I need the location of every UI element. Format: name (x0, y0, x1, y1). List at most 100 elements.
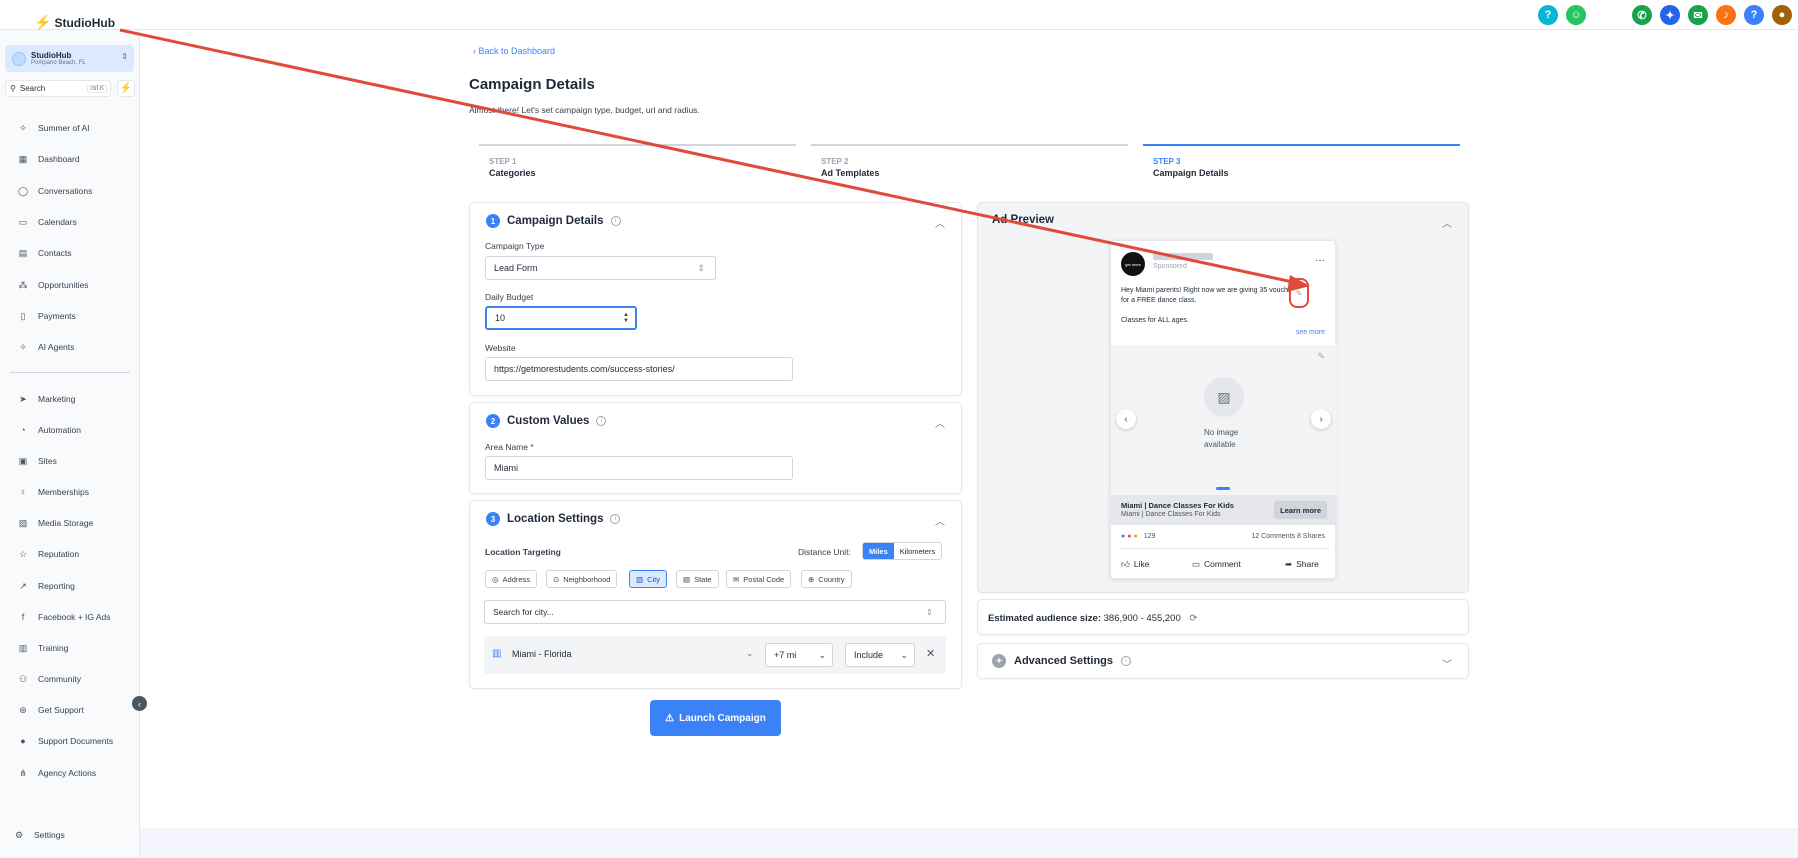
launch-campaign-button[interactable]: ⚠ Launch Campaign (650, 700, 781, 736)
advanced-settings-card[interactable]: + Advanced Settings i ﹀ (977, 643, 1469, 679)
help-icon[interactable]: ? (1538, 5, 1558, 25)
bot-icon[interactable]: ☺ (1566, 5, 1586, 25)
support-icon: ⊛ (19, 704, 27, 715)
info-icon[interactable]: i (1121, 656, 1132, 666)
sidebar-item-support-documents[interactable]: ● Support Documents (18, 734, 113, 748)
location-settings-header[interactable]: 3 Location Settings i (486, 512, 621, 526)
sidebar-item-automation[interactable]: ◔ Automation (18, 423, 81, 437)
number-stepper-icon[interactable]: ▲ ▼ (623, 312, 629, 324)
option-neighborhood[interactable]: ⊙ Neighborhood (546, 570, 618, 588)
option-postal-code[interactable]: ✉ Postal Code (726, 570, 792, 588)
campaign-type-select[interactable]: Lead Form ⇕ (485, 256, 716, 280)
location-avatar (12, 51, 26, 66)
sidebar-item-reporting[interactable]: ↗ Reporting (18, 579, 75, 593)
unit-miles-button[interactable]: Miles (863, 543, 894, 559)
edit-image-icon[interactable]: ✎ (1317, 351, 1325, 362)
sidebar-item-media-storage[interactable]: ▨ Media Storage (18, 516, 94, 530)
sidebar-item-facebook-ig-ads[interactable]: f Facebook + IG Ads (18, 610, 111, 624)
agency-icon: ⋔ (19, 767, 27, 778)
option-country[interactable]: ⊕ Country (801, 570, 852, 588)
sidebar-item-reputation[interactable]: ☆ Reputation (18, 547, 79, 561)
step-categories[interactable]: STEP 1 Categories (479, 144, 796, 184)
help-circle-icon[interactable]: ? (1744, 5, 1764, 25)
like-action[interactable]: 👍︎ Like (1121, 559, 1149, 570)
share-action[interactable]: ➦ Share (1285, 559, 1319, 570)
sidebar-item-agency-actions[interactable]: ⋔ Agency Actions (18, 766, 96, 780)
option-address[interactable]: ◎ Address (485, 570, 538, 588)
info-icon[interactable]: i (596, 416, 607, 426)
refresh-icon[interactable]: ⟳ (1189, 613, 1197, 624)
chevron-down-icon[interactable]: ﹀ (1442, 656, 1452, 671)
sidebar-item-conversations[interactable]: ◯ Conversations (18, 184, 92, 198)
collapse-sidebar-button[interactable]: ‹ (132, 696, 147, 711)
campaign-details-header[interactable]: 1 Campaign Details i (486, 214, 621, 228)
chevron-up-icon[interactable]: ︿ (935, 215, 945, 230)
include-select[interactable]: Include ⌄ (845, 643, 915, 667)
chevron-up-icon[interactable]: ︿ (1442, 215, 1452, 230)
sidebar-item-settings[interactable]: ⚙ Settings (14, 828, 65, 842)
edit-text-icon[interactable]: ✎ (1289, 278, 1309, 308)
sidebar-item-label: Calendars (38, 217, 77, 227)
daily-budget-input[interactable]: 10 ▲ ▼ (485, 306, 637, 330)
learn-more-button[interactable]: Learn more (1274, 501, 1327, 519)
sidebar-item-summer-of-ai[interactable]: ✧ Summer of AI (18, 121, 89, 135)
sidebar-item-calendars[interactable]: ▭ Calendars (18, 215, 77, 229)
sparkle-icon[interactable]: ✦ (1660, 5, 1680, 25)
option-label: Neighborhood (563, 574, 611, 584)
sidebar-item-memberships[interactable]: ♀ Memberships (18, 485, 89, 499)
close-icon[interactable]: ✕ (926, 647, 935, 660)
area-name-input[interactable]: Miami (485, 456, 793, 480)
website-input[interactable]: https://getmorestudents.com/success-stor… (485, 357, 793, 381)
chevron-down-icon: ⌄ (818, 649, 826, 660)
sidebar-item-label: Get Support (38, 705, 84, 715)
footer-band (140, 828, 1798, 858)
back-to-dashboard-link[interactable]: ‹ Back to Dashboard (473, 46, 555, 56)
sidebar-item-marketing[interactable]: ➤ Marketing (18, 392, 75, 406)
step-name: Categories (489, 168, 536, 178)
phone-icon[interactable]: ✆ (1632, 5, 1652, 25)
sidebar-item-community[interactable]: ⚇ Community (18, 672, 81, 686)
comment-action[interactable]: ▭ Comment (1192, 559, 1241, 570)
megaphone-icon[interactable]: ✉ (1688, 5, 1708, 25)
info-icon[interactable]: i (610, 514, 621, 524)
carousel-prev-button[interactable]: ‹ (1116, 409, 1136, 429)
bell-icon[interactable]: ♪ (1716, 5, 1736, 25)
ad-preview-header[interactable]: Ad Preview (992, 214, 1054, 226)
custom-values-header[interactable]: 2 Custom Values i (486, 414, 607, 428)
ad-headline: Miami | Dance Classes For Kids (1121, 501, 1234, 510)
sidebar-item-ai-agents[interactable]: ✧ AI Agents (18, 340, 74, 354)
sidebar-item-training[interactable]: ▥ Training (18, 641, 69, 655)
chevron-up-icon[interactable]: ︿ (935, 513, 945, 528)
card-title: Ad Preview (992, 214, 1054, 226)
step-campaign-details[interactable]: STEP 3 Campaign Details (1143, 144, 1460, 184)
radius-select[interactable]: +7 mi ⌄ (765, 643, 833, 667)
chevron-left-icon: ‹ (138, 698, 141, 709)
sidebar-item-contacts[interactable]: ▤ Contacts (18, 246, 72, 260)
search-input[interactable]: ⚲ Search ctrl K (5, 80, 111, 97)
building-icon: ▥ (636, 574, 644, 584)
option-city[interactable]: ▥ City (629, 570, 668, 588)
step-badge: 1 (486, 214, 500, 228)
sidebar-item-sites[interactable]: ▣ Sites (18, 454, 57, 468)
quick-actions-button[interactable]: ⚡ (117, 80, 135, 97)
location-address: Pompano Beach, FL (31, 60, 86, 66)
brand-logo[interactable]: ⚡ StudioHub (34, 14, 115, 31)
sidebar-item-opportunities[interactable]: ⁂ Opportunities (18, 278, 89, 292)
see-more-link[interactable]: see more (1296, 329, 1325, 336)
location-switcher[interactable]: StudioHub Pompano Beach, FL ⇕ (5, 45, 134, 72)
sidebar: StudioHub Pompano Beach, FL ⇕ ⚲ Search c… (0, 30, 140, 858)
more-options-icon[interactable]: ··· (1315, 255, 1325, 266)
chevron-down-icon[interactable]: ⌄ (746, 648, 754, 659)
sidebar-item-dashboard[interactable]: ▦ Dashboard (18, 152, 80, 166)
bolt-icon: ⚡ (34, 14, 52, 30)
city-search-input[interactable]: Search for city... ⇕ (484, 600, 946, 624)
option-state[interactable]: ▤ State (676, 570, 719, 588)
user-avatar[interactable]: ● (1772, 5, 1792, 25)
sidebar-item-get-support[interactable]: ⊛ Get Support (18, 703, 84, 717)
chevron-up-icon[interactable]: ︿ (935, 415, 945, 430)
unit-kilometers-button[interactable]: Kilometers (894, 543, 941, 559)
carousel-next-button[interactable]: › (1311, 409, 1331, 429)
sidebar-item-payments[interactable]: ▯ Payments (18, 309, 76, 323)
info-icon[interactable]: i (610, 216, 621, 226)
step-ad-templates[interactable]: STEP 2 Ad Templates (811, 144, 1128, 184)
